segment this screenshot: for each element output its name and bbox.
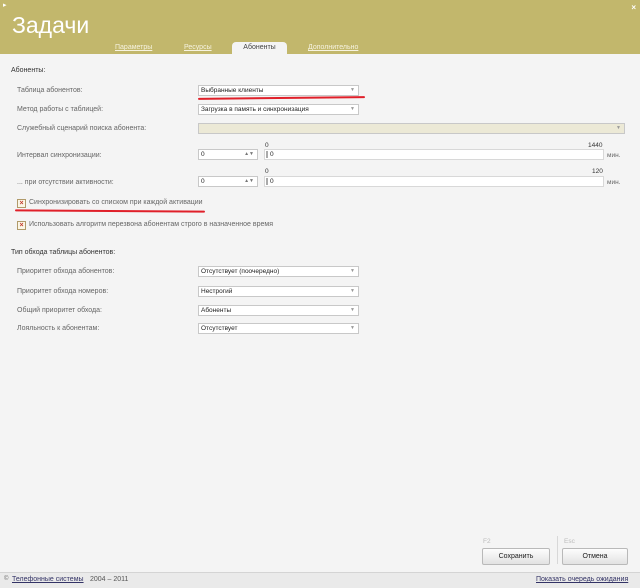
loyalty-label: Лояльность к абонентам: (17, 325, 100, 332)
chevron-down-icon: ▼ (350, 325, 355, 331)
sync-slider-min: 0 (265, 142, 269, 149)
cancel-button[interactable]: Отмена (562, 548, 628, 565)
number-priority-label: Приоритет обхода номеров: (17, 288, 109, 295)
close-icon[interactable]: × (631, 3, 636, 12)
tab-additional[interactable]: Дополнительно (308, 42, 358, 54)
sync-interval-slider[interactable]: 0 (264, 149, 604, 160)
sync-interval-spinner[interactable]: 0 ▲▼ (198, 149, 258, 160)
chevron-down-icon: ▼ (350, 87, 355, 93)
sync-interval-value: 0 (201, 151, 205, 158)
loyalty-select[interactable]: Отсутствует ▼ (198, 323, 359, 334)
traversal-heading: Тип обхода таблицы абонентов: (11, 249, 116, 256)
spinner-arrows-icon[interactable]: ▲▼ (244, 177, 254, 186)
sync-unit: мин. (607, 152, 621, 159)
chevron-down-icon: ▼ (350, 288, 355, 294)
inactive-slider[interactable]: 0 (264, 176, 604, 187)
sync-each-activation-label: Синхронизировать со списком при каждой а… (29, 199, 203, 206)
inactive-slider-max: 120 (592, 168, 603, 175)
save-button[interactable]: Сохранить (482, 548, 550, 565)
inactive-slider-min: 0 (265, 168, 269, 175)
mode-select[interactable]: Загрузка в память и синхронизация ▼ (198, 104, 359, 115)
tab-resources[interactable]: Ресурсы (184, 42, 212, 54)
table-select[interactable]: Выбранные клиенты ▼ (198, 85, 359, 96)
save-shortcut-hint: F2 (483, 538, 491, 545)
number-priority-value: Нестрогий (201, 288, 233, 295)
sync-interval-label: Интервал синхронизации: (17, 152, 102, 159)
mode-label: Метод работы с таблицей: (17, 106, 104, 113)
chevron-down-icon: ▼ (350, 106, 355, 112)
subscriber-priority-select[interactable]: Отсутствует (поочередно) ▼ (198, 266, 359, 277)
header-bar: ▸ × Задачи Параметры Ресурсы Абоненты До… (0, 0, 640, 54)
button-divider (557, 536, 558, 564)
inactive-value: 0 (201, 178, 205, 185)
mode-select-value: Загрузка в память и синхронизация (201, 106, 309, 113)
number-priority-select[interactable]: Нестрогий ▼ (198, 286, 359, 297)
table-select-value: Выбранные клиенты (201, 87, 264, 94)
page-title: Задачи (12, 12, 90, 38)
overall-priority-value: Абоненты (201, 307, 232, 314)
show-queue-link[interactable]: Показать очередь ожидания (536, 576, 628, 583)
overall-priority-label: Общий приоритет обхода: (17, 307, 102, 314)
slider-thumb[interactable] (266, 178, 268, 185)
script-select[interactable]: ▼ (198, 123, 625, 134)
red-underline-annotation (14, 209, 206, 213)
spinner-arrows-icon[interactable]: ▲▼ (244, 150, 254, 159)
inactive-slider-value: 0 (270, 178, 274, 185)
copyright-icon: © (4, 576, 9, 582)
company-link[interactable]: Телефонные системы (12, 576, 84, 583)
red-underline-annotation (197, 96, 366, 100)
strict-callback-label: Использовать алгоритм перезвона абонента… (29, 221, 273, 228)
inactive-label: ... при отсутствии активности: (17, 179, 114, 186)
tab-subscribers[interactable]: Абоненты (232, 42, 287, 54)
chevron-down-icon: ▼ (616, 125, 621, 131)
status-bar: © Телефонные системы 2004 – 2011 Показат… (0, 572, 640, 588)
subscribers-heading: Абоненты: (11, 67, 46, 74)
subscriber-priority-label: Приоритет обхода абонентов: (17, 268, 115, 275)
slider-thumb[interactable] (266, 151, 268, 158)
script-label: Служебный сценарий поиска абонента: (17, 125, 147, 132)
loyalty-value: Отсутствует (201, 325, 238, 332)
sync-slider-value: 0 (270, 151, 274, 158)
inactive-spinner[interactable]: 0 ▲▼ (198, 176, 258, 187)
copyright-years: 2004 – 2011 (90, 576, 129, 583)
chevron-down-icon: ▼ (350, 268, 355, 274)
overall-priority-select[interactable]: Абоненты ▼ (198, 305, 359, 316)
strict-callback-checkbox[interactable]: × (17, 221, 26, 230)
window-menu-icon[interactable]: ▸ (3, 1, 7, 9)
table-label: Таблица абонентов: (17, 87, 83, 94)
subscriber-priority-value: Отсутствует (поочередно) (201, 268, 280, 275)
tab-parameters[interactable]: Параметры (115, 42, 152, 54)
cancel-shortcut-hint: Esc (564, 538, 575, 545)
sync-slider-max: 1440 (588, 142, 603, 149)
sync-each-activation-checkbox[interactable]: × (17, 199, 26, 208)
inactive-unit: мин. (607, 179, 621, 186)
chevron-down-icon: ▼ (350, 307, 355, 313)
